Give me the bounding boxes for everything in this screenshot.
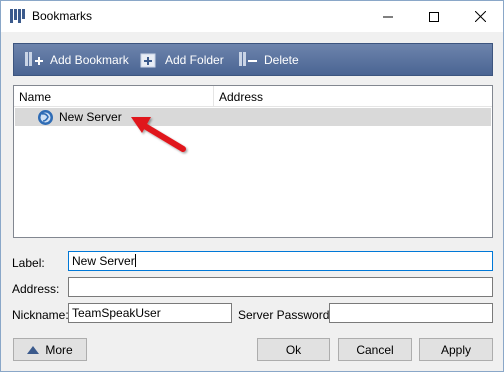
add-folder-label: Add Folder — [165, 52, 224, 67]
delete-button[interactable]: Delete — [238, 44, 299, 75]
column-header-address[interactable]: Address — [219, 90, 263, 104]
maximize-button[interactable] — [411, 1, 457, 32]
add-bookmark-button[interactable]: Add Bookmark — [24, 44, 129, 75]
bookmarks-dialog: Bookmarks Add Bookmark Add Folder Delete… — [0, 0, 504, 372]
address-input[interactable] — [68, 277, 493, 297]
column-header-name[interactable]: Name — [19, 90, 51, 104]
label-input-value: New Server — [72, 254, 135, 268]
delete-label: Delete — [264, 52, 299, 67]
bookmarks-app-icon — [10, 9, 25, 23]
nickname-input-value: TeamSpeakUser — [72, 306, 161, 320]
label-field-label: Label: — [12, 256, 45, 270]
close-button[interactable] — [457, 1, 503, 32]
annotation-arrow-icon — [131, 117, 186, 152]
list-item[interactable]: New Server — [15, 108, 491, 126]
label-input[interactable]: New Server — [68, 251, 493, 271]
expand-up-icon — [27, 345, 40, 354]
window-title: Bookmarks — [32, 9, 93, 23]
bookmark-toolbar: Add Bookmark Add Folder Delete — [13, 43, 493, 76]
cancel-button-label: Cancel — [356, 342, 394, 357]
text-caret — [134, 254, 136, 267]
minimize-icon — [383, 16, 393, 17]
address-field-label: Address: — [12, 282, 60, 296]
add-folder-icon — [140, 53, 156, 67]
ok-button-label: Ok — [285, 342, 302, 357]
cancel-button[interactable]: Cancel — [338, 338, 412, 361]
column-divider[interactable] — [213, 86, 214, 106]
apply-button-label: Apply — [440, 342, 472, 357]
close-icon — [474, 11, 486, 22]
delete-icon — [239, 51, 257, 66]
title-bar: Bookmarks — [1, 1, 503, 32]
apply-button[interactable]: Apply — [419, 338, 493, 361]
minimize-button[interactable] — [365, 1, 411, 32]
server-password-input[interactable] — [329, 303, 493, 323]
add-folder-button[interactable]: Add Folder — [139, 44, 224, 75]
more-button[interactable]: More — [13, 338, 87, 361]
nickname-input[interactable]: TeamSpeakUser — [68, 303, 232, 323]
add-bookmark-icon — [25, 51, 43, 66]
server-icon — [38, 110, 53, 125]
server-password-field-label: Server Password: — [238, 308, 333, 322]
more-button-label: More — [45, 342, 73, 357]
ok-button[interactable]: Ok — [257, 338, 330, 361]
maximize-icon — [429, 11, 439, 22]
bookmark-list[interactable]: Name Address New Server — [13, 85, 493, 238]
list-item-label: New Server — [59, 110, 122, 124]
list-header: Name Address — [14, 86, 492, 107]
add-bookmark-label: Add Bookmark — [50, 52, 129, 67]
nickname-field-label: Nickname: — [12, 308, 69, 322]
